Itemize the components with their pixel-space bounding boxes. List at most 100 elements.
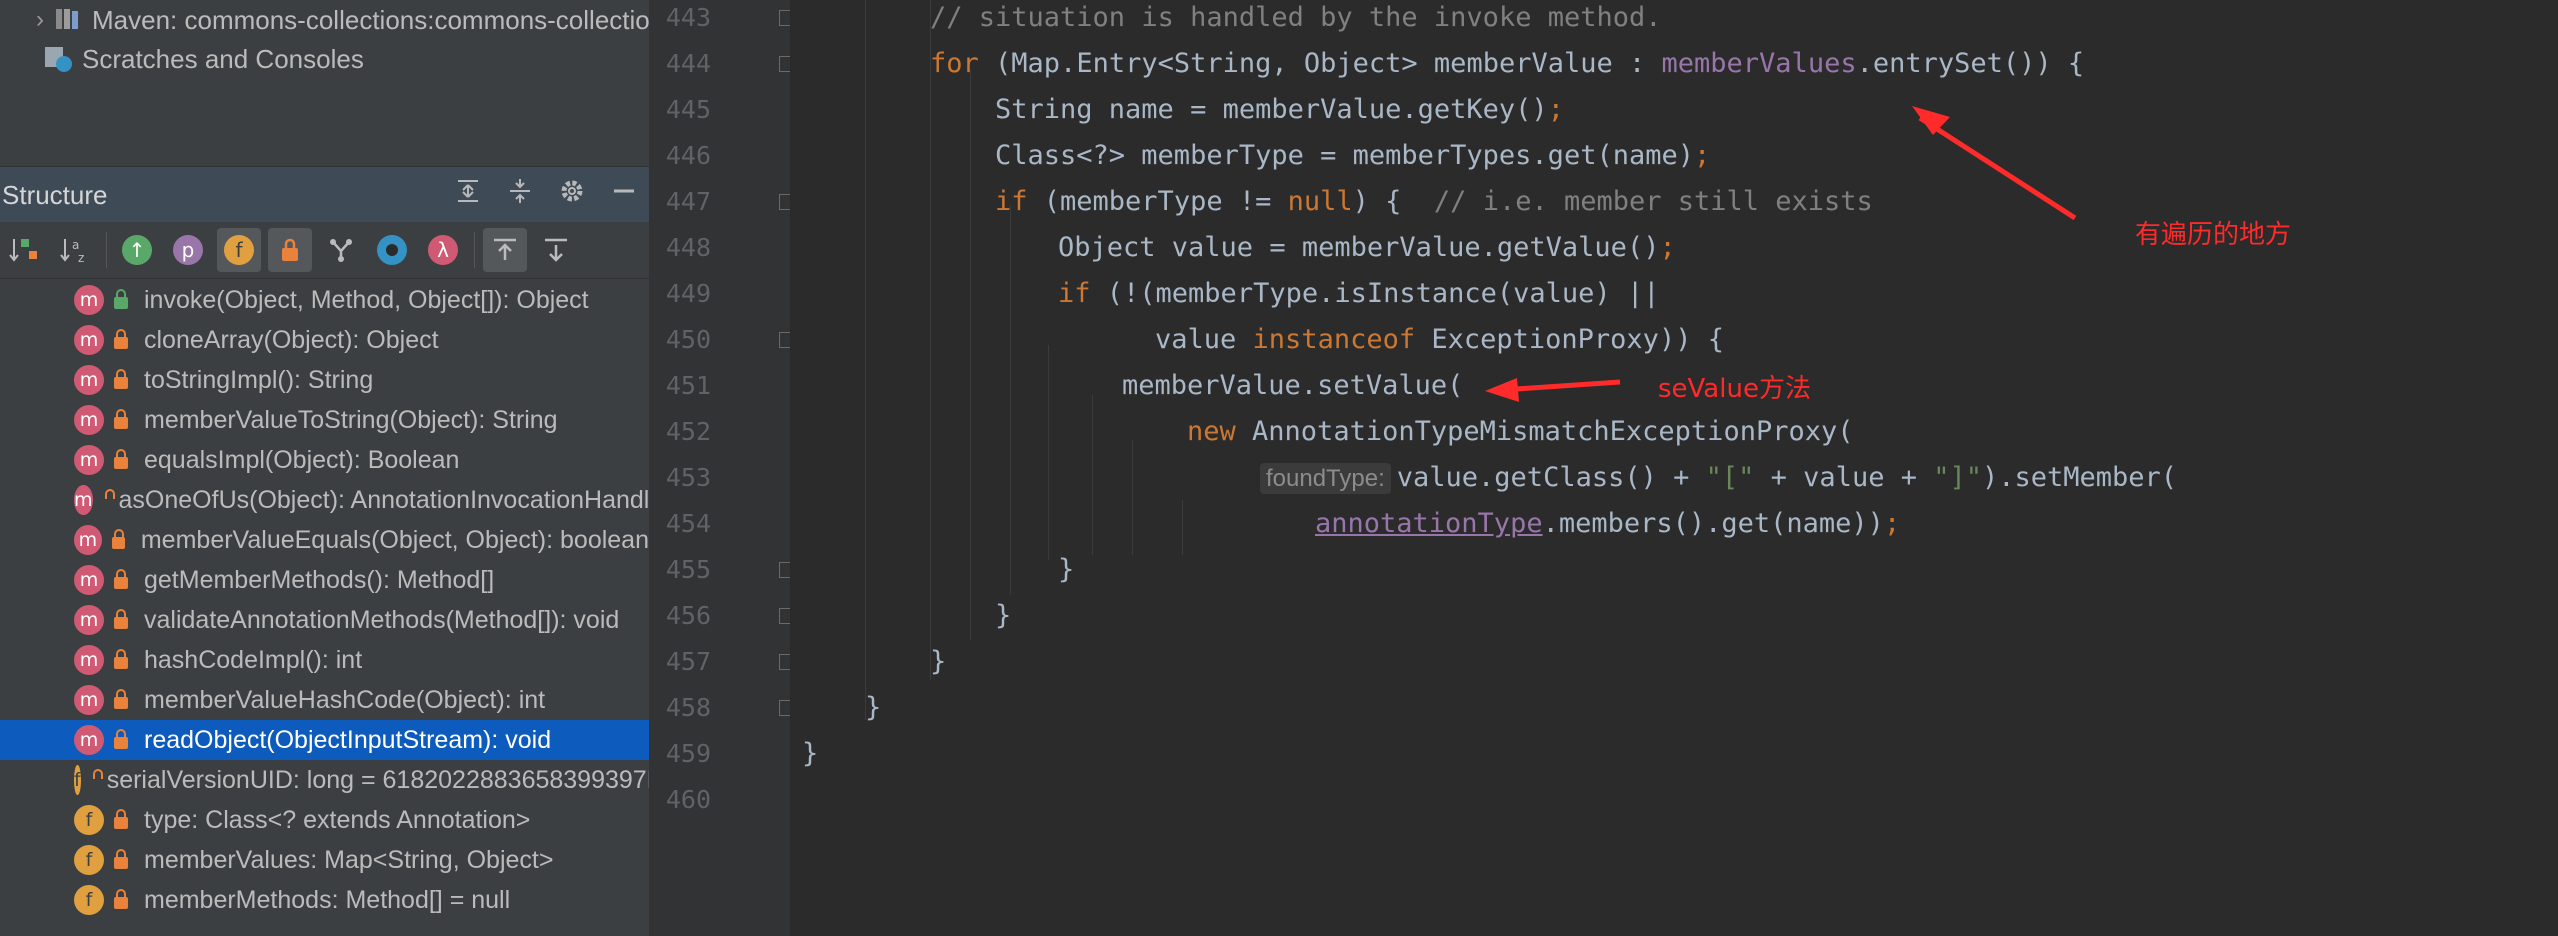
structure-item-label: getMemberMethods(): Method[] bbox=[144, 565, 495, 594]
structure-item[interactable]: m toStringImpl(): String bbox=[0, 360, 649, 400]
structure-item[interactable]: m memberValueEquals(Object, Object): bool… bbox=[0, 520, 649, 560]
line-number: 449 bbox=[665, 279, 711, 308]
structure-item[interactable]: m hashCodeImpl(): int bbox=[0, 640, 649, 680]
structure-tree: m invoke(Object, Method, Object[]): Objec… bbox=[0, 280, 649, 920]
show-lambda-icon[interactable]: λ bbox=[421, 228, 465, 272]
svg-text:a: a bbox=[72, 238, 79, 252]
structure-item[interactable]: f memberValues: Map<String, Object> bbox=[0, 840, 649, 880]
line-number: 444 bbox=[665, 49, 711, 78]
method-icon: m bbox=[74, 725, 104, 755]
structure-item-selected[interactable]: m readObject(ObjectInputStream): void bbox=[0, 720, 649, 760]
structure-item[interactable]: m asOneOfUs(Object): AnnotationInvocation… bbox=[0, 480, 649, 520]
method-icon: m bbox=[74, 285, 104, 315]
structure-item[interactable]: m cloneArray(Object): Object bbox=[0, 320, 649, 360]
arrow-to-entryset bbox=[1912, 106, 2077, 221]
show-non-public-icon[interactable] bbox=[268, 228, 312, 272]
private-lock-icon bbox=[114, 609, 128, 629]
structure-title: Structure bbox=[2, 179, 108, 210]
left-tool-panel: › Maven: commons-collections:commons-col… bbox=[0, 0, 649, 936]
structure-item[interactable]: m getMemberMethods(): Method[] bbox=[0, 560, 649, 600]
structure-item[interactable]: m equalsImpl(Object): Boolean bbox=[0, 440, 649, 480]
annotation-arrows bbox=[1485, 106, 2077, 402]
show-anonymous-icon[interactable] bbox=[319, 228, 363, 272]
line-number: 451 bbox=[665, 371, 711, 400]
autoscroll-to-source-icon[interactable] bbox=[483, 228, 527, 272]
collapse-all-icon[interactable] bbox=[505, 177, 535, 213]
structure-item[interactable]: f memberMethods: Method[] = null bbox=[0, 880, 649, 920]
show-inherited-icon[interactable]: ↑ bbox=[115, 228, 159, 272]
line-number: 447 bbox=[665, 187, 711, 216]
structure-item-label: equalsImpl(Object): Boolean bbox=[144, 445, 460, 474]
line-number: 446 bbox=[665, 141, 711, 170]
line-number: 454 bbox=[665, 509, 711, 538]
project-item-maven-library[interactable]: › Maven: commons-collections:commons-col… bbox=[0, 0, 649, 40]
line-number: 455 bbox=[665, 555, 711, 584]
private-lock-icon bbox=[114, 449, 128, 469]
show-properties-icon[interactable]: p bbox=[166, 228, 210, 272]
method-icon: m bbox=[74, 365, 104, 395]
line-number: 443 bbox=[665, 3, 711, 32]
line-number: 445 bbox=[665, 95, 711, 124]
minimize-icon[interactable] bbox=[609, 177, 639, 213]
svg-text:z: z bbox=[78, 251, 84, 265]
code-editor[interactable]: // situation is handled by the invoke me… bbox=[790, 0, 2558, 936]
structure-item[interactable]: f type: Class<? extends Annotation> bbox=[0, 800, 649, 840]
structure-panel-header: Structure bbox=[0, 166, 649, 223]
structure-item-label: invoke(Object, Method, Object[]): Object bbox=[144, 285, 589, 314]
gear-icon[interactable] bbox=[557, 177, 587, 213]
private-lock-icon bbox=[114, 569, 128, 589]
private-lock-icon bbox=[114, 729, 128, 749]
sort-by-visibility-icon[interactable] bbox=[2, 228, 46, 272]
structure-item[interactable]: m validateAnnotationMethods(Method[]): vo… bbox=[0, 600, 649, 640]
private-lock-icon bbox=[111, 529, 125, 549]
structure-item[interactable]: m invoke(Object, Method, Object[]): Objec… bbox=[0, 280, 649, 320]
private-lock-icon bbox=[114, 889, 128, 909]
structure-item-label: toStringImpl(): String bbox=[144, 365, 374, 394]
method-icon: m bbox=[74, 445, 104, 475]
field-icon: f bbox=[74, 765, 81, 795]
field-icon: f bbox=[74, 885, 104, 915]
project-item-scratches[interactable]: Scratches and Consoles bbox=[0, 39, 649, 79]
method-icon: m bbox=[74, 685, 104, 715]
annotation-traversal-label: 有遍历的地方 bbox=[2135, 220, 2292, 250]
annotation-setvalue-label: seValue方法 bbox=[1658, 374, 1811, 404]
project-item-label: Scratches and Consoles bbox=[82, 43, 364, 74]
private-lock-icon bbox=[114, 809, 128, 829]
structure-item[interactable]: f serialVersionUID: long = 61820228836583… bbox=[0, 760, 649, 800]
line-number: 450 bbox=[665, 325, 711, 354]
structure-item-label: type: Class<? extends Annotation> bbox=[144, 805, 531, 834]
private-lock-icon bbox=[114, 689, 128, 709]
line-number: 459 bbox=[665, 739, 711, 768]
autoscroll-from-source-icon[interactable] bbox=[534, 228, 578, 272]
structure-item[interactable]: m memberValueToString(Object): String bbox=[0, 400, 649, 440]
line-number: 448 bbox=[665, 233, 711, 262]
show-lambdas-icon[interactable] bbox=[370, 228, 414, 272]
private-lock-icon bbox=[114, 649, 128, 669]
structure-item-label: memberValueToString(Object): String bbox=[144, 405, 558, 434]
structure-item[interactable]: m memberValueHashCode(Object): int bbox=[0, 680, 649, 720]
show-fields-icon[interactable]: f bbox=[217, 228, 261, 272]
method-icon: m bbox=[74, 485, 93, 515]
line-number: 458 bbox=[665, 693, 711, 722]
structure-item-label: memberValues: Map<String, Object> bbox=[144, 845, 554, 874]
method-icon: m bbox=[74, 565, 104, 595]
method-icon: m bbox=[74, 645, 104, 675]
private-lock-icon bbox=[114, 849, 128, 869]
structure-item-label: validateAnnotationMethods(Method[]): voi… bbox=[144, 605, 620, 634]
line-number: 453 bbox=[665, 463, 711, 492]
line-number: 457 bbox=[665, 647, 711, 676]
chevron-right-icon[interactable]: › bbox=[36, 6, 44, 34]
project-tree: › Maven: commons-collections:commons-col… bbox=[0, 0, 649, 166]
line-number: 460 bbox=[665, 785, 711, 814]
structure-item-label: memberMethods: Method[] = null bbox=[144, 885, 511, 914]
method-icon: m bbox=[74, 405, 104, 435]
private-lock-icon bbox=[114, 409, 128, 429]
method-icon: m bbox=[74, 605, 104, 635]
expand-all-icon[interactable] bbox=[453, 177, 483, 213]
private-lock-icon bbox=[114, 329, 128, 349]
sort-alphabetically-icon[interactable]: az bbox=[53, 228, 97, 272]
structure-item-label: memberValueHashCode(Object): int bbox=[144, 685, 546, 714]
structure-toolbar: az ↑ p f λ bbox=[0, 222, 649, 279]
public-access-icon bbox=[114, 289, 128, 309]
library-icon bbox=[52, 5, 86, 35]
